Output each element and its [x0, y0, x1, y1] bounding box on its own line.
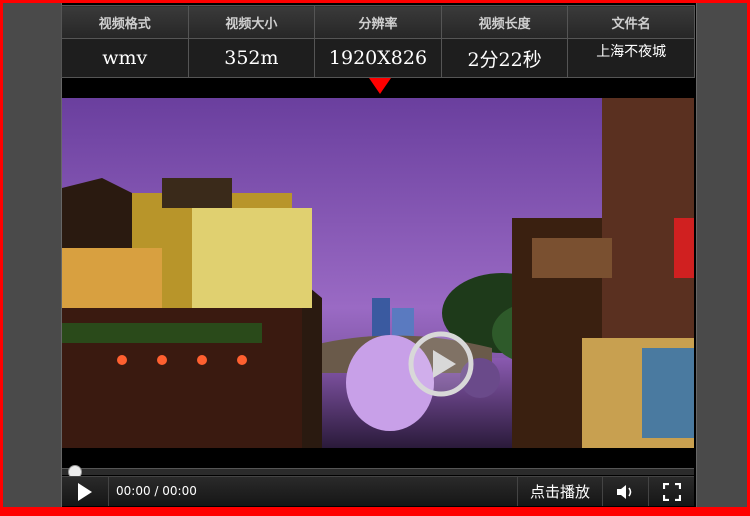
pointer-triangle-icon	[369, 78, 391, 94]
volume-icon	[617, 484, 632, 499]
big-play-button[interactable]	[408, 331, 474, 397]
header-filename: 文件名	[567, 5, 695, 39]
progress-bar[interactable]	[62, 468, 694, 475]
value-format: wmv	[61, 38, 189, 78]
video-thumbnail-scene	[62, 98, 694, 448]
header-format: 视频格式	[61, 5, 189, 39]
play-icon	[78, 482, 92, 501]
value-filename: 上海不夜城	[567, 38, 695, 78]
video-frame[interactable]	[62, 98, 694, 448]
info-header-row: 视频格式 视频大小 分辨率 视频长度 文件名	[61, 5, 695, 39]
player-controls: 00:00 / 00:00 点击播放	[62, 462, 694, 506]
value-size: 352m	[187, 38, 316, 78]
header-size: 视频大小	[187, 5, 316, 39]
header-resolution: 分辨率	[314, 5, 442, 39]
big-play-icon	[408, 331, 474, 397]
control-bar: 00:00 / 00:00 点击播放	[62, 476, 694, 506]
value-duration: 2分22秒	[440, 38, 569, 78]
video-info-table: 视频格式 视频大小 分辨率 视频长度 文件名 wmv 352m 1920X826…	[61, 5, 695, 78]
fullscreen-icon	[663, 482, 681, 501]
info-value-row: wmv 352m 1920X826 2分22秒 上海不夜城	[61, 38, 695, 78]
play-button[interactable]	[62, 477, 109, 506]
fullscreen-button[interactable]	[650, 477, 694, 506]
value-resolution: 1920X826	[314, 38, 442, 78]
click-to-play-button[interactable]: 点击播放	[517, 477, 603, 506]
volume-button[interactable]	[602, 477, 649, 506]
time-display: 00:00 / 00:00	[116, 484, 197, 498]
header-duration: 视频长度	[440, 5, 569, 39]
